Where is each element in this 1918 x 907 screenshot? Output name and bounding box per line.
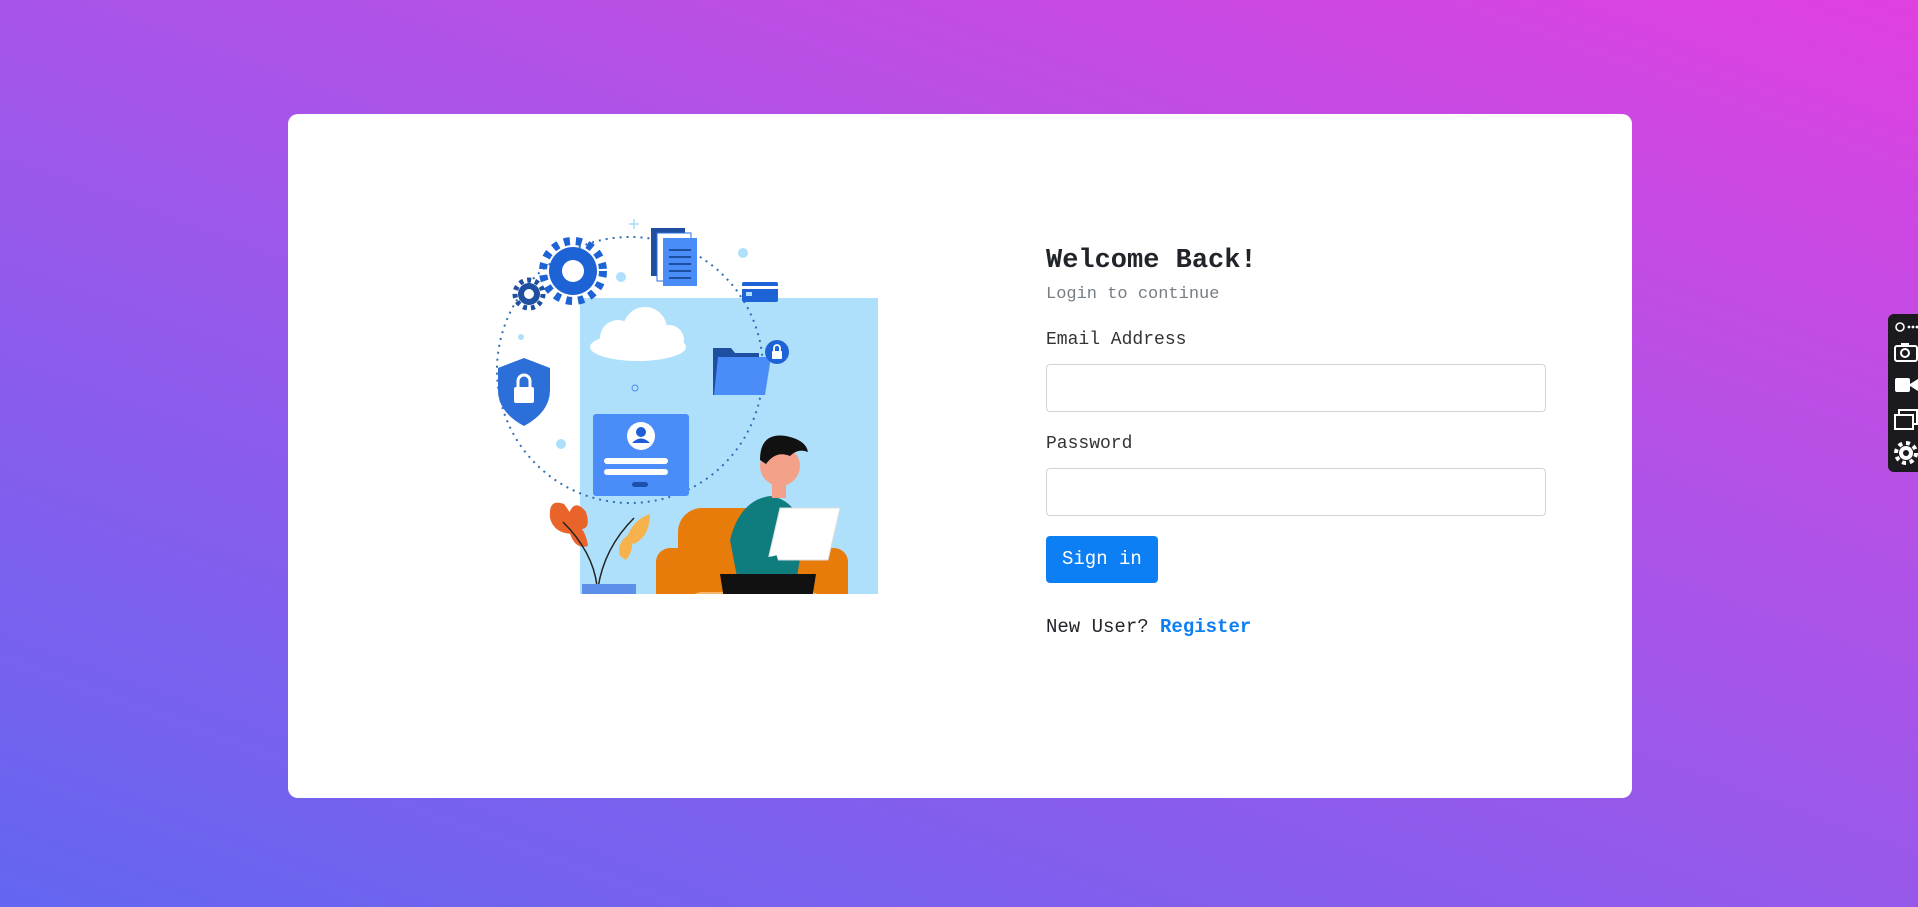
password-label: Password: [1046, 434, 1133, 454]
register-link[interactable]: Register: [1160, 616, 1251, 638]
video-icon[interactable]: [1894, 376, 1918, 394]
login-illustration: [496, 219, 878, 594]
gear-icon[interactable]: [1894, 441, 1918, 465]
login-card: Welcome Back! Login to continue Email Ad…: [288, 114, 1632, 798]
window-icon[interactable]: [1894, 409, 1918, 431]
password-field[interactable]: [1046, 468, 1546, 516]
page-subtitle: Login to continue: [1046, 285, 1220, 304]
floating-toolbar: [1888, 314, 1918, 472]
user-profile-card-icon: [593, 414, 689, 496]
link-dots-icon[interactable]: [1894, 320, 1918, 334]
shield-lock-icon: [498, 358, 550, 426]
documents-icon: [651, 228, 697, 286]
email-field[interactable]: [1046, 364, 1546, 412]
login-form: Welcome Back! Login to continue Email Ad…: [1046, 244, 1546, 639]
gear-small-icon: [512, 277, 546, 311]
sign-in-button[interactable]: Sign in: [1046, 536, 1158, 583]
camera-icon[interactable]: [1894, 342, 1918, 362]
register-row: New User? Register: [1046, 615, 1546, 639]
credit-card-icon: [742, 282, 778, 302]
gear-large-icon: [539, 237, 607, 305]
new-user-text: New User?: [1046, 616, 1149, 638]
page-title: Welcome Back!: [1046, 246, 1257, 276]
email-label: Email Address: [1046, 330, 1187, 350]
